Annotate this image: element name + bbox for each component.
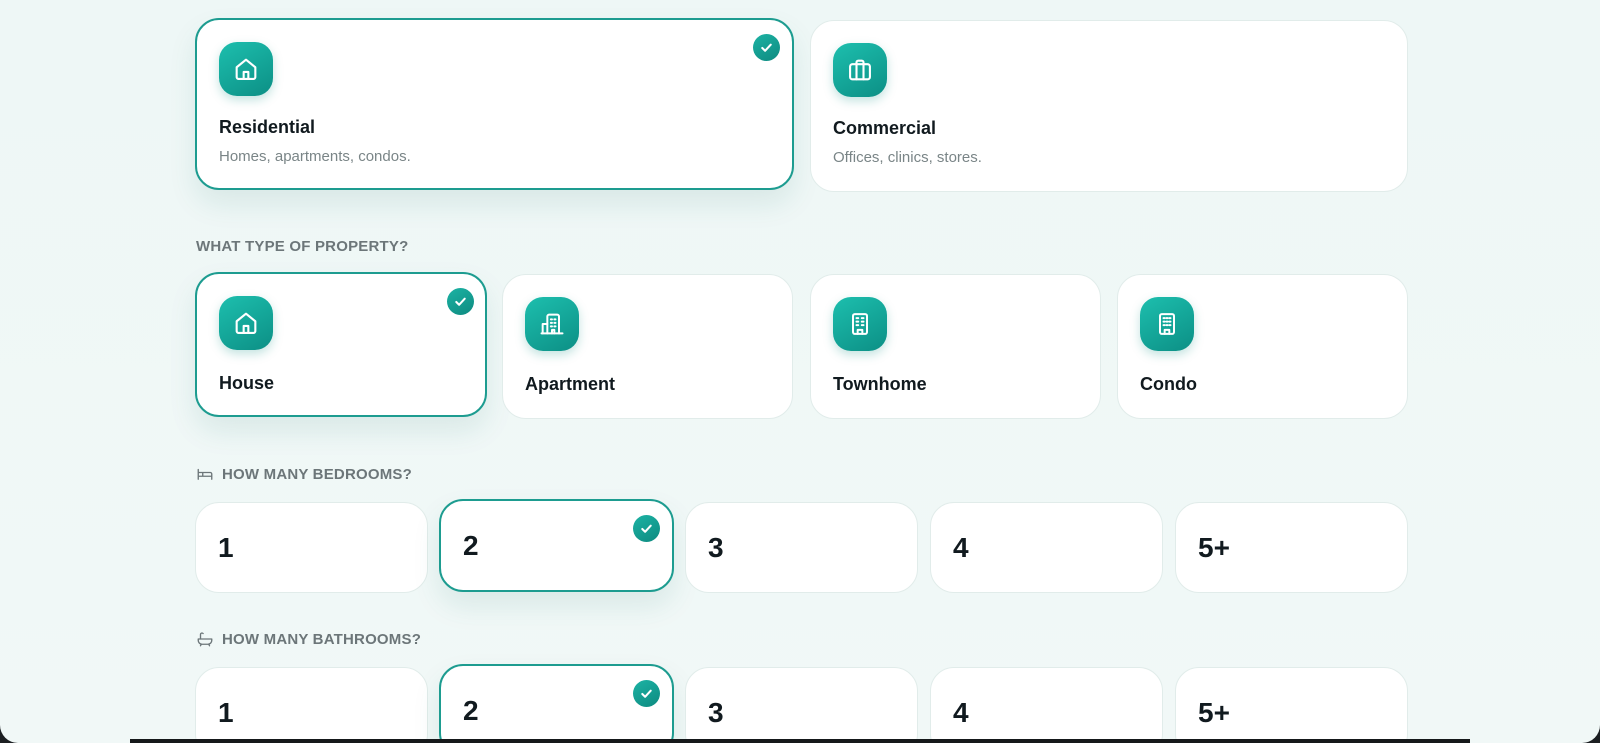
property-type-title: Townhome [833, 374, 927, 394]
townhome-building-icon [833, 297, 887, 351]
property-type-title: Apartment [525, 374, 616, 394]
bathrooms-option-3[interactable]: 3 [685, 667, 918, 743]
bathrooms-option-4[interactable]: 4 [930, 667, 1163, 743]
option-value: 4 [953, 531, 969, 563]
bedrooms-label: HOW MANY BEDROOMS? [196, 465, 412, 483]
bedrooms-option-3[interactable]: 3 [685, 502, 918, 593]
property-type-card-apartment[interactable]: Apartment [502, 274, 793, 419]
category-card-residential[interactable]: Residential Homes, apartments, condos. [195, 18, 794, 190]
home-icon [219, 42, 273, 96]
selected-check-icon [753, 34, 780, 61]
selected-check-icon [633, 515, 660, 542]
option-value: 1 [218, 531, 234, 563]
property-type-card-condo[interactable]: Condo [1117, 274, 1408, 419]
category-subtitle: Offices, clinics, stores. [833, 149, 982, 166]
apartment-building-icon [525, 297, 579, 351]
option-value: 5+ [1198, 696, 1230, 728]
option-value: 3 [708, 696, 724, 728]
category-title: Residential [219, 117, 316, 137]
briefcase-icon [833, 43, 887, 97]
property-type-title: House [219, 373, 275, 393]
category-card-commercial[interactable]: Commercial Offices, clinics, stores. [810, 20, 1408, 192]
selected-check-icon [633, 680, 660, 707]
option-value: 2 [463, 529, 479, 561]
property-type-card-house[interactable]: House [195, 272, 487, 417]
category-title: Commercial [833, 118, 937, 138]
bedrooms-option-4[interactable]: 4 [930, 502, 1163, 593]
option-value: 3 [708, 531, 724, 563]
bedrooms-option-1[interactable]: 1 [195, 502, 428, 593]
bed-icon [197, 468, 213, 480]
selected-check-icon [447, 288, 474, 315]
home-icon [219, 296, 273, 350]
option-value: 2 [463, 694, 479, 726]
property-type-title: Condo [1140, 374, 1197, 394]
option-value: 4 [953, 696, 969, 728]
category-subtitle: Homes, apartments, condos. [219, 148, 411, 165]
bathrooms-option-5-plus[interactable]: 5+ [1175, 667, 1408, 743]
property-type-card-townhome[interactable]: Townhome [810, 274, 1101, 419]
option-value: 5+ [1198, 531, 1230, 563]
bathrooms-label: HOW MANY BATHROOMS? [196, 630, 421, 648]
condo-building-icon [1140, 297, 1194, 351]
property-wizard-page: Residential Homes, apartments, condos. C… [0, 0, 1600, 743]
property-type-label: WHAT TYPE OF PROPERTY? [196, 238, 409, 255]
bedrooms-option-5-plus[interactable]: 5+ [1175, 502, 1408, 593]
bathtub-icon [197, 632, 213, 647]
bottom-edge [130, 739, 1470, 743]
option-value: 1 [218, 696, 234, 728]
bedrooms-option-2[interactable]: 2 [439, 499, 674, 592]
bathrooms-option-1[interactable]: 1 [195, 667, 428, 743]
bathrooms-option-2[interactable]: 2 [439, 664, 674, 743]
